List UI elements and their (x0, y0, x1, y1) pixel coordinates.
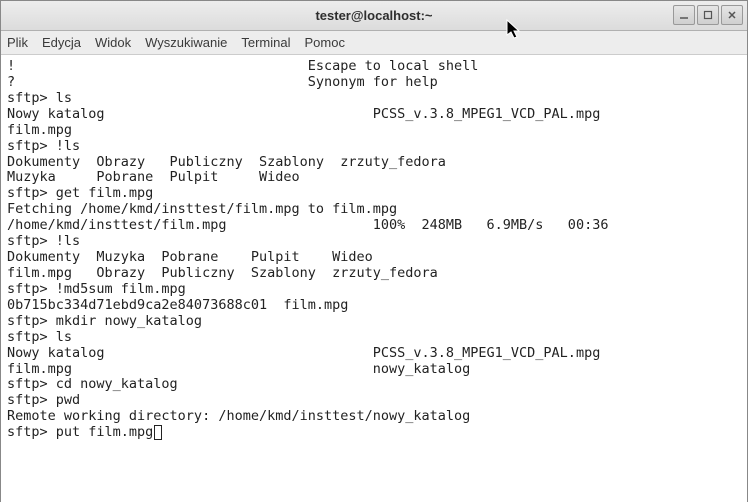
menu-pomoc[interactable]: Pomoc (304, 35, 344, 50)
terminal-line: /home/kmd/insttest/film.mpg 100% 248MB 6… (7, 217, 608, 233)
menubar: Plik Edycja Widok Wyszukiwanie Terminal … (1, 31, 747, 55)
terminal-line: sftp> !ls (7, 138, 80, 154)
terminal-line: sftp> put film.mpg (7, 424, 153, 440)
close-button[interactable] (721, 5, 743, 25)
maximize-icon (703, 10, 713, 20)
maximize-button[interactable] (697, 5, 719, 25)
terminal-line: Nowy katalog PCSS_v.3.8_MPEG1_VCD_PAL.mp… (7, 106, 600, 122)
terminal-line: 0b715bc334d71ebd9ca2e84073688c01 film.mp… (7, 297, 348, 313)
terminal-line: ? Synonym for help (7, 74, 438, 90)
window-title: tester@localhost:~ (1, 8, 747, 23)
menu-wyszukiwanie[interactable]: Wyszukiwanie (145, 35, 227, 50)
terminal-line: Muzyka Pobrane Pulpit Wideo (7, 169, 300, 185)
terminal-line: sftp> mkdir nowy_katalog (7, 313, 202, 329)
terminal-output[interactable]: ! Escape to local shell ? Synonym for he… (1, 55, 747, 503)
terminal-line: film.mpg nowy_katalog (7, 361, 470, 377)
terminal-line: sftp> ls (7, 90, 72, 106)
minimize-icon (679, 10, 689, 20)
close-icon (727, 10, 737, 20)
terminal-line: sftp> ls (7, 329, 72, 345)
terminal-line: ! Escape to local shell (7, 58, 478, 74)
terminal-line: sftp> !ls (7, 233, 80, 249)
terminal-line: Fetching /home/kmd/insttest/film.mpg to … (7, 201, 397, 217)
terminal-line: Nowy katalog PCSS_v.3.8_MPEG1_VCD_PAL.mp… (7, 345, 600, 361)
terminal-line: sftp> get film.mpg (7, 185, 153, 201)
text-cursor (154, 425, 162, 440)
titlebar: tester@localhost:~ (1, 1, 747, 31)
terminal-line: Dokumenty Obrazy Publiczny Szablony zrzu… (7, 154, 446, 170)
terminal-line: sftp> cd nowy_katalog (7, 376, 178, 392)
menu-terminal[interactable]: Terminal (241, 35, 290, 50)
window-controls (673, 5, 743, 25)
minimize-button[interactable] (673, 5, 695, 25)
terminal-line: film.mpg Obrazy Publiczny Szablony zrzut… (7, 265, 438, 281)
menu-edycja[interactable]: Edycja (42, 35, 81, 50)
menu-plik[interactable]: Plik (7, 35, 28, 50)
terminal-line: film.mpg (7, 122, 72, 138)
menu-widok[interactable]: Widok (95, 35, 131, 50)
terminal-line: Dokumenty Muzyka Pobrane Pulpit Wideo (7, 249, 373, 265)
terminal-line: sftp> pwd (7, 392, 80, 408)
terminal-line: Remote working directory: /home/kmd/inst… (7, 408, 470, 424)
terminal-line: sftp> !md5sum film.mpg (7, 281, 186, 297)
